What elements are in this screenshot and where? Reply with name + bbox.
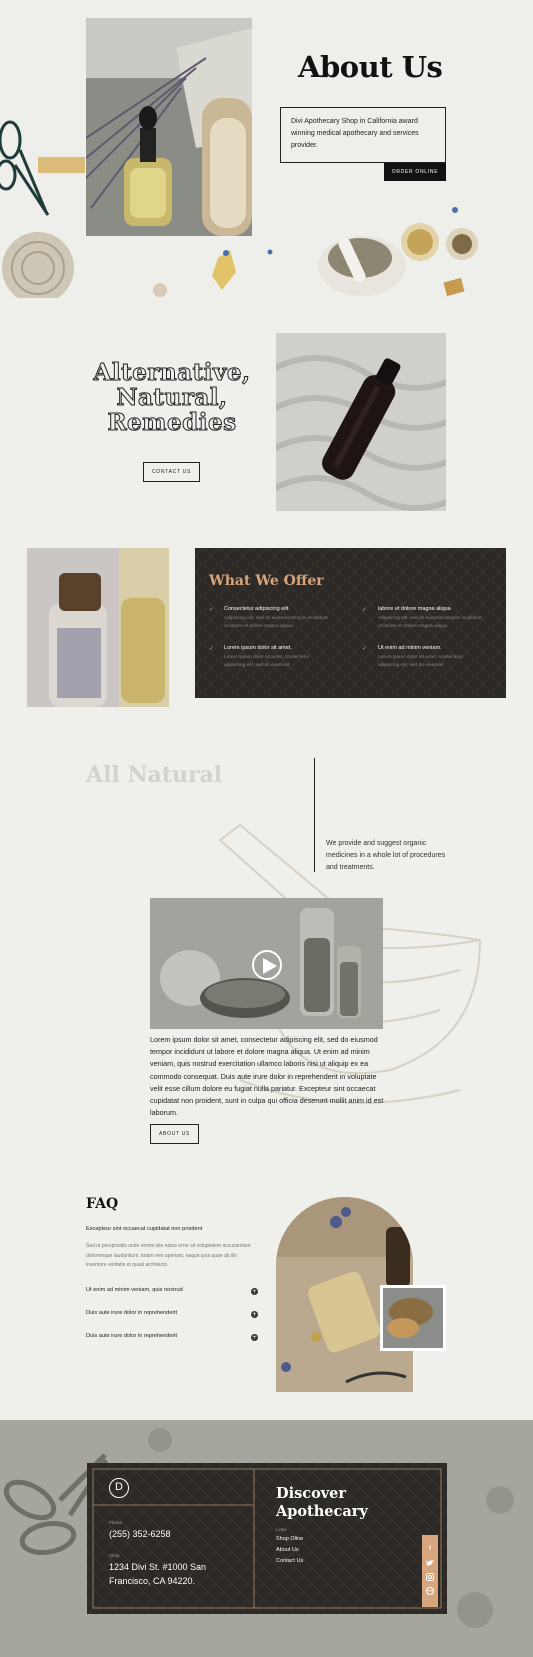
plus-icon[interactable]: + — [251, 1288, 258, 1295]
offer-panel: What We Offer ✓ Consectetur adipiscing e… — [195, 548, 506, 698]
hero-photo — [86, 18, 252, 236]
discover-heading-line: Discover — [276, 1485, 347, 1502]
plus-icon[interactable]: + — [251, 1311, 258, 1318]
offer-item-text: Lorem ipsum dolor sit amet, consectetur … — [378, 654, 463, 670]
video-player[interactable] — [150, 898, 383, 1029]
hero-section: About Us Divi Apothecary Shop in Califor… — [0, 0, 533, 298]
footer-links: Shop Oline About Us Contact Us — [276, 1534, 303, 1567]
offer-item-text-line: Lorem ipsum dolor sit amet, consectetur — [378, 655, 464, 660]
shop-address: 1234 Divi St. #1000 San Francisco, CA 94… — [109, 1560, 249, 1588]
offer-photo — [27, 548, 169, 707]
check-icon: ✓ — [209, 645, 215, 652]
alternative-title-line2: Natural, — [116, 384, 228, 411]
plus-icon[interactable]: + — [251, 1334, 258, 1341]
footer-link-about[interactable]: About Us — [276, 1545, 303, 1556]
offer-item-title: labore et dolore magna aliqua — [378, 606, 451, 612]
facebook-icon[interactable]: f — [426, 1545, 434, 1553]
discover-heading: Discover Apothecary — [276, 1485, 368, 1521]
faq-open-answer: Sed ut perspiciatis unde omnis iste natu… — [86, 1243, 251, 1268]
offer-title: What We Offer — [209, 573, 324, 589]
page: About Us Divi Apothecary Shop in Califor… — [0, 0, 533, 1657]
faq-open-question[interactable]: Excepteur sint occaecat cupidatat non pr… — [86, 1226, 256, 1232]
faq-title: FAQ — [86, 1196, 119, 1212]
hero-description-box: Divi Apothecary Shop in California award… — [280, 107, 446, 163]
all-natural-text: We provide and suggest organic medicines… — [326, 840, 446, 871]
dried-herbs-image — [383, 1288, 443, 1348]
offer-item-text-line: Adipiscing elit, sed do eiusmod tempor i… — [224, 616, 328, 621]
offer-item-text-line: adipiscing elit, sed do eiusmod. — [224, 663, 291, 668]
check-icon: ✓ — [209, 606, 215, 613]
footer-link-contact[interactable]: Contact Us — [276, 1556, 303, 1567]
instagram-icon[interactable] — [426, 1573, 434, 1581]
discover-heading-line: Apothecary — [276, 1503, 368, 1520]
shop-label: Shop — [109, 1553, 120, 1558]
oil-dropper-bottle-image — [86, 18, 252, 236]
herbal-jars-image — [27, 548, 169, 707]
offer-item-text-line: Lorem ipsum dolor sit amet, consectetur — [224, 655, 310, 660]
order-online-button[interactable]: ORDER ONLINE — [384, 163, 446, 181]
address-line: Francisco, CA 94220. — [109, 1576, 196, 1586]
offer-item-title: Lorem ipsum dolor sit amet. — [224, 645, 292, 651]
offer-item-text: Lorem ipsum dolor sit amet, consectetur … — [224, 654, 309, 670]
offer-item-text-line: ut labore et dolore magna aliqua. — [378, 624, 449, 629]
alternative-title-line1: Alternative, — [93, 359, 251, 386]
play-icon — [263, 958, 277, 974]
divi-logo[interactable]: D — [109, 1478, 129, 1498]
links-label: Links — [276, 1527, 287, 1532]
dribbble-icon[interactable] — [426, 1587, 434, 1595]
faq-question[interactable]: Duis aute irure dolor in reprehenderit — [86, 1310, 177, 1316]
footer-contact-card: D Phone (255) 352-6258 Shop 1234 Divi St… — [87, 1463, 447, 1614]
offer-item-text: Adipiscing elit, sed do eiusmod tempor i… — [378, 615, 482, 631]
offer-item-text-line: ut labore et dolore magna aliqua. — [224, 624, 295, 629]
divider-line — [314, 758, 315, 872]
alternative-title-line3: Remedies — [107, 409, 237, 436]
alternative-photo — [276, 333, 446, 511]
contact-us-button[interactable]: CONTACT US — [143, 462, 200, 482]
offer-item-text-line: adipiscing elit, sed do eiusmod. — [378, 663, 445, 668]
hero-description: Divi Apothecary Shop in California award… — [291, 118, 419, 149]
offer-item-title: Consectetur adipiscing elit. — [224, 606, 290, 612]
footer-link-shop[interactable]: Shop Oline — [276, 1534, 303, 1545]
all-natural-title: All Natural — [86, 762, 223, 788]
check-icon: ✓ — [362, 606, 368, 613]
address-line: 1234 Divi St. #1000 San — [109, 1562, 207, 1572]
offer-item-text: Adipiscing elit, sed do eiusmod tempor i… — [224, 615, 328, 631]
hero-title: About Us — [298, 50, 443, 84]
phone-number[interactable]: (255) 352-6258 — [109, 1527, 171, 1541]
all-natural-body: Lorem ipsum dolor sit amet, consectetur … — [150, 1035, 384, 1118]
play-button[interactable] — [252, 950, 282, 980]
twitter-icon[interactable] — [426, 1559, 434, 1567]
dark-bottle-image — [276, 333, 446, 511]
hero-background-still-life — [0, 120, 478, 298]
phone-label: Phone — [109, 1520, 123, 1525]
offer-item-title: Ut enim ad minim veniam. — [378, 645, 442, 651]
offer-item-text-line: Adipiscing elit, sed do eiusmod tempor i… — [378, 616, 482, 621]
faq-question[interactable]: Ut enim ad minim veniam, quis nostrud — [86, 1287, 183, 1293]
about-us-button[interactable]: ABOUT US — [150, 1124, 199, 1144]
check-icon: ✓ — [362, 645, 368, 652]
faq-question[interactable]: Duis aute irure dolor in reprehenderit — [86, 1333, 177, 1339]
alternative-title: Alternative, Natural, Remedies — [82, 359, 262, 436]
social-bar: f — [422, 1535, 438, 1607]
faq-inset-photo — [380, 1285, 446, 1351]
